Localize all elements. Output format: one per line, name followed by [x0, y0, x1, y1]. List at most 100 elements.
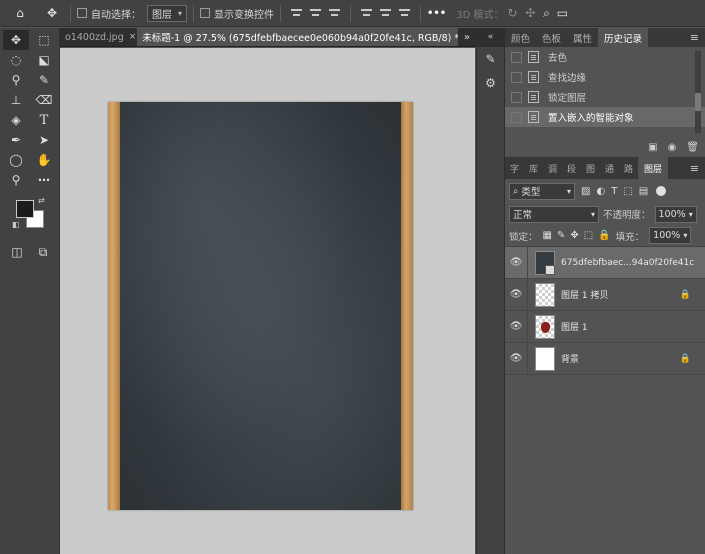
eraser-tool-icon[interactable]: ⌫: [31, 90, 57, 110]
fill-field[interactable]: 100% ▾: [649, 227, 692, 244]
search-icon[interactable]: ⌕: [539, 0, 553, 27]
adjustment-filter-icon[interactable]: ◐: [596, 186, 605, 197]
quick-mask-icon[interactable]: ◫: [10, 242, 24, 262]
more-tabs-icon[interactable]: »: [458, 28, 476, 46]
workspace-icon[interactable]: ▭: [553, 0, 571, 27]
tab-swatches[interactable]: 色板: [536, 28, 567, 47]
tab-color[interactable]: 颜色: [505, 28, 536, 47]
history-item[interactable]: 查找边缘: [505, 67, 705, 87]
more-tools-icon[interactable]: ⋯: [31, 170, 57, 190]
visibility-eye-icon[interactable]: 👁: [505, 321, 527, 332]
new-document-from-state-icon[interactable]: ▣: [648, 142, 657, 153]
history-checkbox[interactable]: [511, 71, 522, 83]
trash-icon[interactable]: 🗑: [686, 142, 699, 153]
object-select-tool-icon[interactable]: ⬕: [31, 50, 57, 70]
layer-row[interactable]: 👁 675dfebfbaec...94a0f20fe41c: [505, 246, 705, 279]
layers-menu-icon[interactable]: ≡: [684, 157, 705, 179]
history-item[interactable]: 锁定图层: [505, 87, 705, 107]
auto-select-checkbox[interactable]: [77, 8, 87, 18]
tab-properties[interactable]: 属性: [567, 28, 598, 47]
brush-settings-icon[interactable]: ✎: [477, 47, 504, 71]
history-checkbox[interactable]: [511, 111, 522, 123]
stamp-tool-icon[interactable]: ⊥: [3, 90, 29, 110]
marquee-tool-icon[interactable]: ⬚: [31, 30, 57, 50]
filter-toggle[interactable]: [656, 186, 667, 196]
close-icon[interactable]: ×: [129, 32, 137, 42]
tab-libraries[interactable]: 库: [524, 157, 543, 179]
align-left-icon[interactable]: [360, 7, 373, 19]
collapse-icon[interactable]: «: [477, 28, 504, 47]
smart-object-filter-icon[interactable]: ▤: [639, 186, 648, 197]
layer-name[interactable]: 背景: [561, 352, 579, 365]
visibility-eye-icon[interactable]: 👁: [505, 257, 527, 268]
swap-colors-icon[interactable]: ⇄: [38, 196, 45, 205]
foreground-color-swatch[interactable]: [16, 200, 34, 218]
tab-document-1[interactable]: o1400zd.jpg ×: [60, 28, 137, 46]
layer-row[interactable]: 👁 图层 1: [505, 310, 705, 343]
type-filter-icon[interactable]: T: [611, 186, 617, 197]
layer-row[interactable]: 👁 图层 1 拷贝 🔒: [505, 278, 705, 311]
history-scrollbar[interactable]: [695, 51, 701, 133]
visibility-eye-icon[interactable]: 👁: [505, 353, 527, 364]
layer-row[interactable]: 👁 背景 🔒: [505, 342, 705, 375]
3d-orbit-icon[interactable]: ↻: [503, 0, 521, 27]
tab-channels[interactable]: 通: [600, 157, 619, 179]
align-bottom-icon[interactable]: [328, 7, 341, 19]
history-checkbox[interactable]: [511, 51, 522, 63]
tab-character[interactable]: 字: [505, 157, 524, 179]
default-colors-icon[interactable]: ◧: [12, 220, 20, 229]
eyedropper-tool-icon[interactable]: ⚲: [3, 70, 29, 90]
ellipse-tool-icon[interactable]: ◯: [3, 150, 29, 170]
path-select-tool-icon[interactable]: ➤: [31, 130, 57, 150]
auto-select-dropdown[interactable]: 图层 ▾: [147, 4, 188, 22]
tab-layers[interactable]: 图层: [638, 157, 669, 179]
text-tool-icon[interactable]: T: [31, 110, 57, 130]
history-item-selected[interactable]: 置入嵌入的智能对象: [505, 107, 705, 127]
layer-name[interactable]: 图层 1 拷贝: [561, 288, 608, 301]
zoom-tool-icon[interactable]: ⚲: [3, 170, 29, 190]
panel-menu-icon[interactable]: ≡: [684, 28, 705, 47]
layer-filter-dropdown[interactable]: ⌕ 类型 ▾: [509, 182, 575, 200]
lock-position-icon[interactable]: ✥: [570, 230, 578, 241]
blend-mode-dropdown[interactable]: 正常 ▾: [509, 205, 599, 223]
show-transform-checkbox[interactable]: [200, 8, 211, 18]
align-right-icon[interactable]: [398, 7, 411, 19]
brush-tool-icon[interactable]: ✎: [31, 70, 57, 90]
tab-adjustments[interactable]: 调: [543, 157, 562, 179]
history-checkbox[interactable]: [511, 91, 522, 103]
adjust-settings-icon[interactable]: ⚙: [477, 71, 504, 95]
screen-mode-icon[interactable]: ⧉: [36, 242, 50, 262]
lock-pixels-icon[interactable]: ✎: [557, 230, 565, 241]
move-tool-icon[interactable]: ✥: [3, 30, 29, 50]
lasso-tool-icon[interactable]: ◌: [3, 50, 29, 70]
pen-tool-icon[interactable]: ✒: [3, 130, 29, 150]
layer-name[interactable]: 图层 1: [561, 320, 588, 333]
lock-all-icon[interactable]: 🔒: [598, 230, 610, 241]
home-icon[interactable]: ⌂: [0, 0, 40, 27]
canvas-area[interactable]: [60, 48, 475, 554]
3d-pan-icon[interactable]: ✣: [521, 0, 539, 27]
pixel-filter-icon[interactable]: ▨: [581, 186, 590, 197]
hand-tool-icon[interactable]: ✋: [31, 150, 57, 170]
align-top-icon[interactable]: [290, 7, 303, 19]
more-options-button[interactable]: •••: [427, 8, 446, 19]
tab-image[interactable]: 图: [581, 157, 600, 179]
tab-paragraph[interactable]: 段: [562, 157, 581, 179]
lock-transparent-icon[interactable]: ▦: [543, 230, 552, 241]
align-center-icon[interactable]: [379, 7, 392, 19]
camera-icon[interactable]: ◉: [668, 142, 677, 153]
scrollbar-thumb[interactable]: [695, 93, 701, 111]
shape-filter-icon[interactable]: ⬚: [623, 186, 632, 197]
opacity-field[interactable]: 100% ▾: [654, 205, 697, 223]
lock-artboard-icon[interactable]: ⬚: [584, 230, 593, 241]
tab-paths[interactable]: 路: [619, 157, 638, 179]
tab-history[interactable]: 历史记录: [598, 28, 649, 47]
move-tool-icon[interactable]: ✥: [40, 0, 64, 27]
align-middle-icon[interactable]: [309, 7, 322, 19]
layer-name[interactable]: 675dfebfbaec...94a0f20fe41c: [561, 258, 694, 268]
tab-document-2[interactable]: 未标题-1 @ 27.5% (675dfebfbaecee0e060b94a0f…: [137, 28, 458, 46]
visibility-eye-icon[interactable]: 👁: [505, 289, 527, 300]
history-item[interactable]: 去色: [505, 47, 705, 67]
document-canvas[interactable]: [108, 102, 413, 510]
dodge-tool-icon[interactable]: ◈: [3, 110, 29, 130]
